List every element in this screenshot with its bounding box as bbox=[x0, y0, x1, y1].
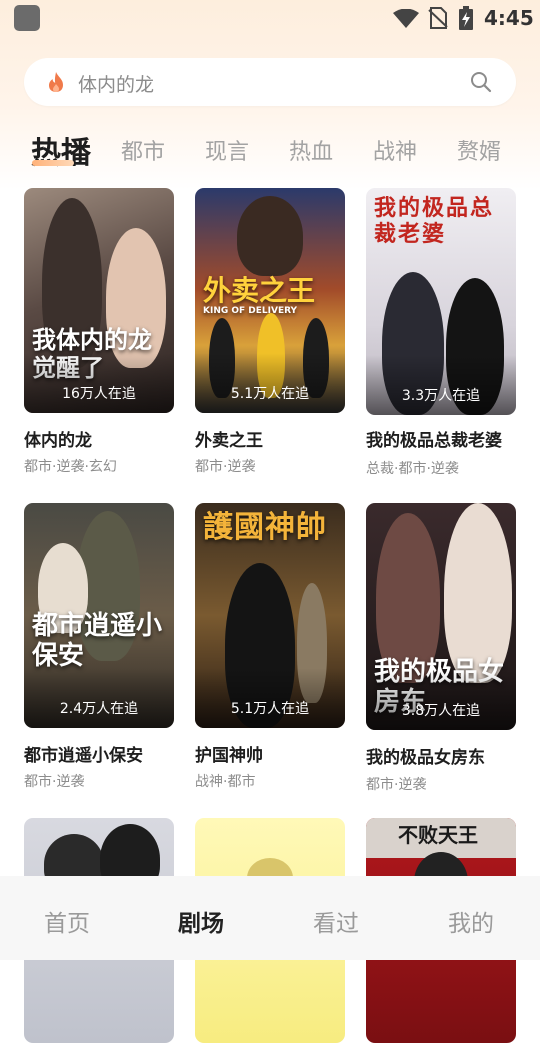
drama-poster[interactable]: 外卖之王 KING OF DELIVERY 5.1万人在追 bbox=[195, 188, 345, 413]
app-notification-icon bbox=[14, 5, 40, 31]
poster-title-art: 不败天王 bbox=[398, 823, 478, 847]
drama-poster[interactable]: 都市逍遥小保安 2.4万人在追 bbox=[24, 503, 174, 728]
tab-city[interactable]: 都市 bbox=[121, 134, 165, 166]
watching-count: 5.1万人在追 bbox=[230, 701, 310, 717]
status-bar: 4:45 bbox=[0, 0, 540, 38]
drama-title: 体内的龙 bbox=[24, 431, 92, 451]
nav-theater[interactable]: 剧场 bbox=[178, 904, 224, 938]
drama-title: 我的极品女房东 bbox=[366, 748, 485, 768]
watching-count: 3.8万人在追 bbox=[401, 703, 481, 719]
flame-icon bbox=[49, 72, 63, 92]
drama-tags: 都市·逆袭 bbox=[195, 459, 256, 475]
watching-count: 16万人在追 bbox=[62, 386, 136, 402]
battery-charging-icon bbox=[459, 6, 473, 30]
nav-home[interactable]: 首页 bbox=[44, 904, 90, 938]
drama-title: 都市逍遥小保安 bbox=[24, 746, 143, 766]
watching-count: 5.1万人在追 bbox=[230, 386, 310, 402]
drama-title: 外卖之王 bbox=[195, 431, 263, 451]
drama-poster[interactable]: 我的极品总裁老婆 3.3万人在追 bbox=[366, 188, 516, 415]
poster-title-art: 我的极品总裁老婆 bbox=[374, 196, 495, 247]
tab-son-in-law[interactable]: 赘婿 bbox=[457, 134, 501, 166]
drama-tags: 战神·都市 bbox=[195, 774, 256, 790]
drama-tags: 都市·逆袭 bbox=[366, 777, 427, 793]
drama-title: 我的极品总裁老婆 bbox=[366, 431, 502, 451]
tab-action[interactable]: 热血 bbox=[289, 134, 333, 166]
search-placeholder: 体内的龙 bbox=[78, 74, 155, 96]
poster-title-art: 外卖之王 bbox=[203, 274, 316, 307]
drama-tags: 总裁·都市·逆袭 bbox=[366, 461, 459, 477]
search-icon[interactable] bbox=[470, 71, 492, 93]
drama-poster[interactable]: 我的极品女房东 3.8万人在追 bbox=[366, 503, 516, 730]
tab-war-god[interactable]: 战神 bbox=[373, 134, 417, 166]
drama-tags: 都市·逆袭·玄幻 bbox=[24, 459, 117, 475]
category-tabs: 热播 都市 现言 热血 战神 赘婿 bbox=[0, 126, 540, 176]
wifi-icon bbox=[393, 9, 419, 28]
drama-tags: 都市·逆袭 bbox=[24, 774, 85, 790]
drama-poster[interactable]: 護國神帥 5.1万人在追 bbox=[195, 503, 345, 728]
tab-romance[interactable]: 现言 bbox=[205, 134, 249, 166]
active-tab-indicator bbox=[32, 160, 74, 166]
poster-title-art: 都市逍遥小保安 bbox=[32, 611, 163, 671]
watching-count: 2.4万人在追 bbox=[59, 701, 139, 717]
nav-watched[interactable]: 看过 bbox=[313, 904, 359, 938]
nav-mine[interactable]: 我的 bbox=[448, 904, 494, 938]
bottom-navigation: 首页 剧场 看过 我的 bbox=[0, 876, 540, 960]
poster-title-art: 護國神帥 bbox=[203, 510, 327, 545]
drama-title: 护国神帅 bbox=[195, 746, 263, 766]
drama-poster[interactable]: 我体内的龙觉醒了 16万人在追 bbox=[24, 188, 174, 413]
watching-count: 3.3万人在追 bbox=[401, 388, 481, 404]
clock: 4:45 bbox=[484, 6, 534, 30]
search-bar[interactable]: 体内的龙 bbox=[24, 58, 516, 106]
no-sim-icon bbox=[428, 7, 448, 29]
